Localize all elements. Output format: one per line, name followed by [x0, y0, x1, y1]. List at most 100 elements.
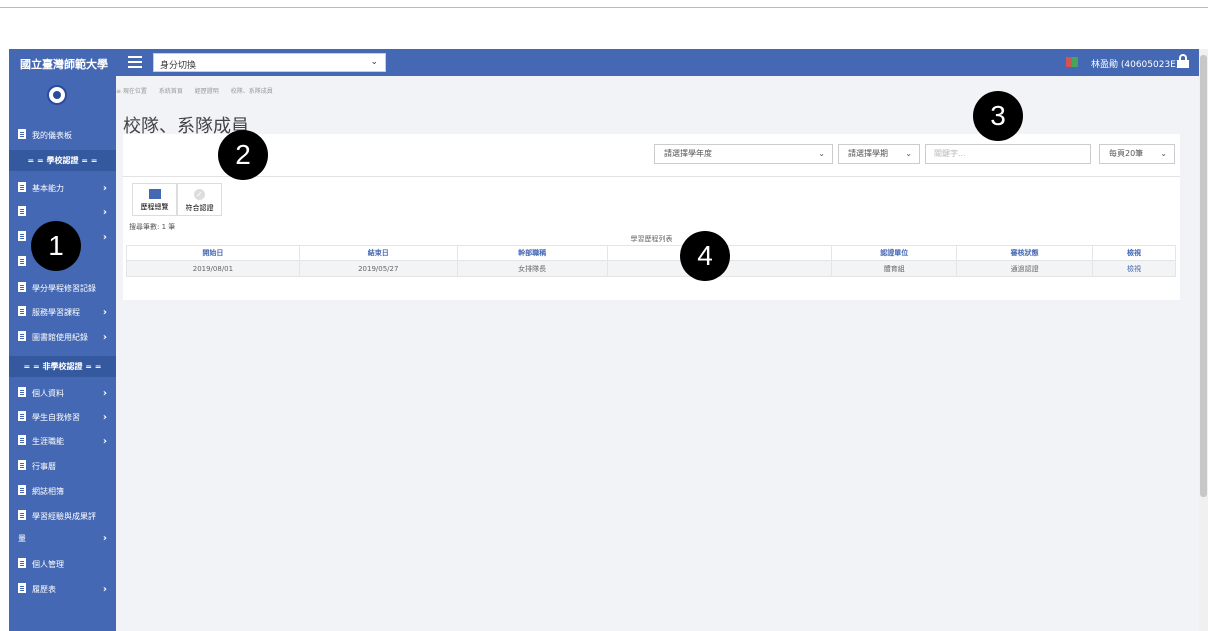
sidebar-item-label: 圖書館使用紀錄 — [32, 333, 88, 342]
view-cell: 檢視 — [1092, 260, 1176, 277]
view-link[interactable]: 檢視 — [1127, 265, 1141, 273]
breadcrumb-current-page: 校隊、系隊成員 — [230, 88, 273, 95]
folder-icon — [148, 189, 161, 199]
semester-select-label: 請選擇學期 — [848, 149, 888, 158]
sidebar-item-label: 量 — [18, 534, 26, 543]
document-icon — [18, 182, 26, 192]
main-content: ≡ 現在位置 系統首頁 經歷證明 校隊、系隊成員 校隊、系隊成員 請選擇學年度 ⌄… — [116, 76, 1199, 631]
table-caption: 學習歷程列表 — [630, 235, 673, 243]
university-logo — [47, 85, 67, 105]
document-icon — [18, 231, 26, 241]
document-icon — [18, 510, 26, 520]
sidebar-item-label: 學分學程修習記錄 — [32, 284, 96, 293]
table-row[interactable]: 2019/08/01 2019/05/27 女排隊長 體育組 通過認證 檢視 — [126, 260, 1176, 277]
sidebar-item-label: 網誌相簿 — [32, 487, 64, 496]
keyword-search-input[interactable]: 關鍵字... — [925, 144, 1091, 164]
sidebar-item-dashboard[interactable]: 我的儀表板 — [9, 124, 116, 147]
table-header-row: 開始日 結束日 幹部職稱 認證單位 審核狀態 檢視 — [126, 245, 1176, 261]
start-date-cell: 2019/08/01 — [126, 260, 300, 277]
document-icon — [18, 485, 26, 495]
chevron-right-icon: › — [102, 436, 107, 447]
sidebar-item-label: 學生自我修習 — [32, 413, 80, 422]
column-header-position: 幹部職稱 — [456, 245, 608, 261]
chevron-right-icon: › — [102, 533, 107, 544]
callout-marker-3: 3 — [973, 91, 1023, 141]
top-navigation-bar: 國立臺灣師範大學 身分切換 ⌄ 林盈勛 (40605023E) — [9, 49, 1199, 76]
check-circle-icon: ✓ — [194, 189, 205, 200]
sidebar-item-label: 基本能力 — [32, 184, 64, 193]
year-select-label: 請選擇學年度 — [664, 149, 712, 158]
sidebar-item-personal-info[interactable]: 個人資料 › — [9, 382, 116, 405]
sidebar-item-learning-evaluation[interactable]: 學習經驗與成果評 — [9, 505, 116, 528]
sidebar-item-learning-evaluation-continued[interactable]: 量 › — [9, 527, 116, 550]
sidebar-item-library[interactable]: 圖書館使用紀錄 › — [9, 326, 116, 349]
column-header-view: 檢視 — [1092, 245, 1176, 261]
semester-select[interactable]: 請選擇學期 ⌄ — [838, 144, 920, 164]
sidebar-item-label: 我的儀表板 — [32, 131, 72, 140]
callout-marker-1: 1 — [31, 221, 81, 271]
history-overview-button[interactable]: 歷程總覽 — [132, 183, 177, 216]
document-icon — [18, 206, 26, 216]
lock-icon[interactable] — [1177, 54, 1189, 68]
breadcrumb-experience-proof[interactable]: 經歷證明 — [195, 88, 219, 95]
document-icon — [18, 460, 26, 470]
chevron-down-icon: ⌄ — [370, 57, 378, 67]
sidebar-item-label: 服務學習課程 — [32, 308, 80, 317]
breadcrumb-current-location: ≡ 現在位置 — [116, 88, 147, 95]
chevron-right-icon: › — [102, 232, 107, 243]
sidebar-item-credit-program[interactable]: 學分學程修習記錄 — [9, 277, 116, 300]
chevron-right-icon: › — [102, 307, 107, 318]
document-icon — [18, 331, 26, 341]
document-icon — [18, 306, 26, 316]
callout-marker-2: 2 — [218, 130, 268, 180]
chevron-right-icon: › — [102, 584, 107, 595]
breadcrumb-home[interactable]: 系統首頁 — [159, 88, 183, 95]
university-brand[interactable]: 國立臺灣師範大學 — [20, 56, 108, 72]
callout-marker-4: 4 — [680, 231, 730, 281]
learning-history-card: 歷程總覽 ✓ 符合認證 搜尋筆數: 1 筆 學習歷程列表 開始日 結束日 幹部職稱… — [123, 176, 1180, 300]
document-icon — [18, 256, 26, 266]
sidebar-item-service-learning[interactable]: 服務學習課程 › — [9, 301, 116, 324]
record-count: 搜尋筆數: 1 筆 — [129, 223, 176, 231]
hamburger-menu-icon[interactable] — [128, 56, 142, 68]
academic-year-select[interactable]: 請選擇學年度 ⌄ — [654, 144, 833, 164]
sidebar-item-self-study[interactable]: 學生自我修習 › — [9, 406, 116, 429]
column-header-review-status: 審核狀態 — [956, 245, 1094, 261]
sidebar-item-calendar[interactable]: 行事曆 — [9, 455, 116, 478]
review-status-cell: 通過認證 — [956, 260, 1094, 277]
scrollbar-thumb[interactable] — [1200, 55, 1207, 497]
chevron-right-icon: › — [102, 412, 107, 423]
certifying-unit-cell: 體育組 — [831, 260, 958, 277]
apps-grid-icon[interactable] — [1066, 57, 1078, 67]
school-certification-header: = = 學校認證 = = — [9, 150, 116, 171]
document-icon — [18, 411, 26, 421]
per-page-select[interactable]: 每頁20筆 ⌄ — [1099, 144, 1175, 164]
vertical-scrollbar[interactable] — [1199, 49, 1208, 631]
column-header-end-date: 結束日 — [298, 245, 458, 261]
sidebar-item-basic-ability[interactable]: 基本能力 › — [9, 177, 116, 200]
role-switch-select[interactable]: 身分切換 ⌄ — [153, 53, 386, 72]
column-header-certifying-unit: 認證單位 — [831, 245, 958, 261]
user-name[interactable]: 林盈勛 (40605023E) — [1091, 57, 1179, 70]
per-page-label: 每頁20筆 — [1109, 149, 1144, 158]
sidebar-item-label: 履歷表 — [32, 585, 56, 594]
sidebar-item-blog-album[interactable]: 網誌相簿 — [9, 480, 116, 503]
sidebar-item-career[interactable]: 生涯職能 › — [9, 430, 116, 453]
sidebar-item-resume[interactable]: 履歷表 › — [9, 578, 116, 601]
chevron-down-icon: ⌄ — [905, 149, 912, 158]
sidebar-item-school-2[interactable]: › — [9, 201, 116, 224]
chevron-down-icon: ⌄ — [1160, 149, 1167, 158]
learning-history-table: 開始日 結束日 幹部職稱 認證單位 審核狀態 檢視 2019/08/01 201… — [126, 245, 1176, 277]
role-select-label: 身分切換 — [160, 61, 197, 71]
meets-certification-label: 符合認證 — [185, 204, 214, 212]
position-cell: 女排隊長 — [456, 260, 608, 277]
chevron-right-icon: › — [102, 207, 107, 218]
sidebar-item-personal-management[interactable]: 個人管理 — [9, 553, 116, 576]
chevron-right-icon: › — [102, 183, 107, 194]
history-overview-label: 歷程總覽 — [140, 203, 169, 211]
document-icon — [18, 558, 26, 568]
meets-certification-button[interactable]: ✓ 符合認證 — [177, 183, 222, 216]
top-rule — [0, 0, 1208, 8]
chevron-down-icon: ⌄ — [818, 149, 825, 158]
sidebar-item-label: 行事曆 — [32, 462, 56, 471]
